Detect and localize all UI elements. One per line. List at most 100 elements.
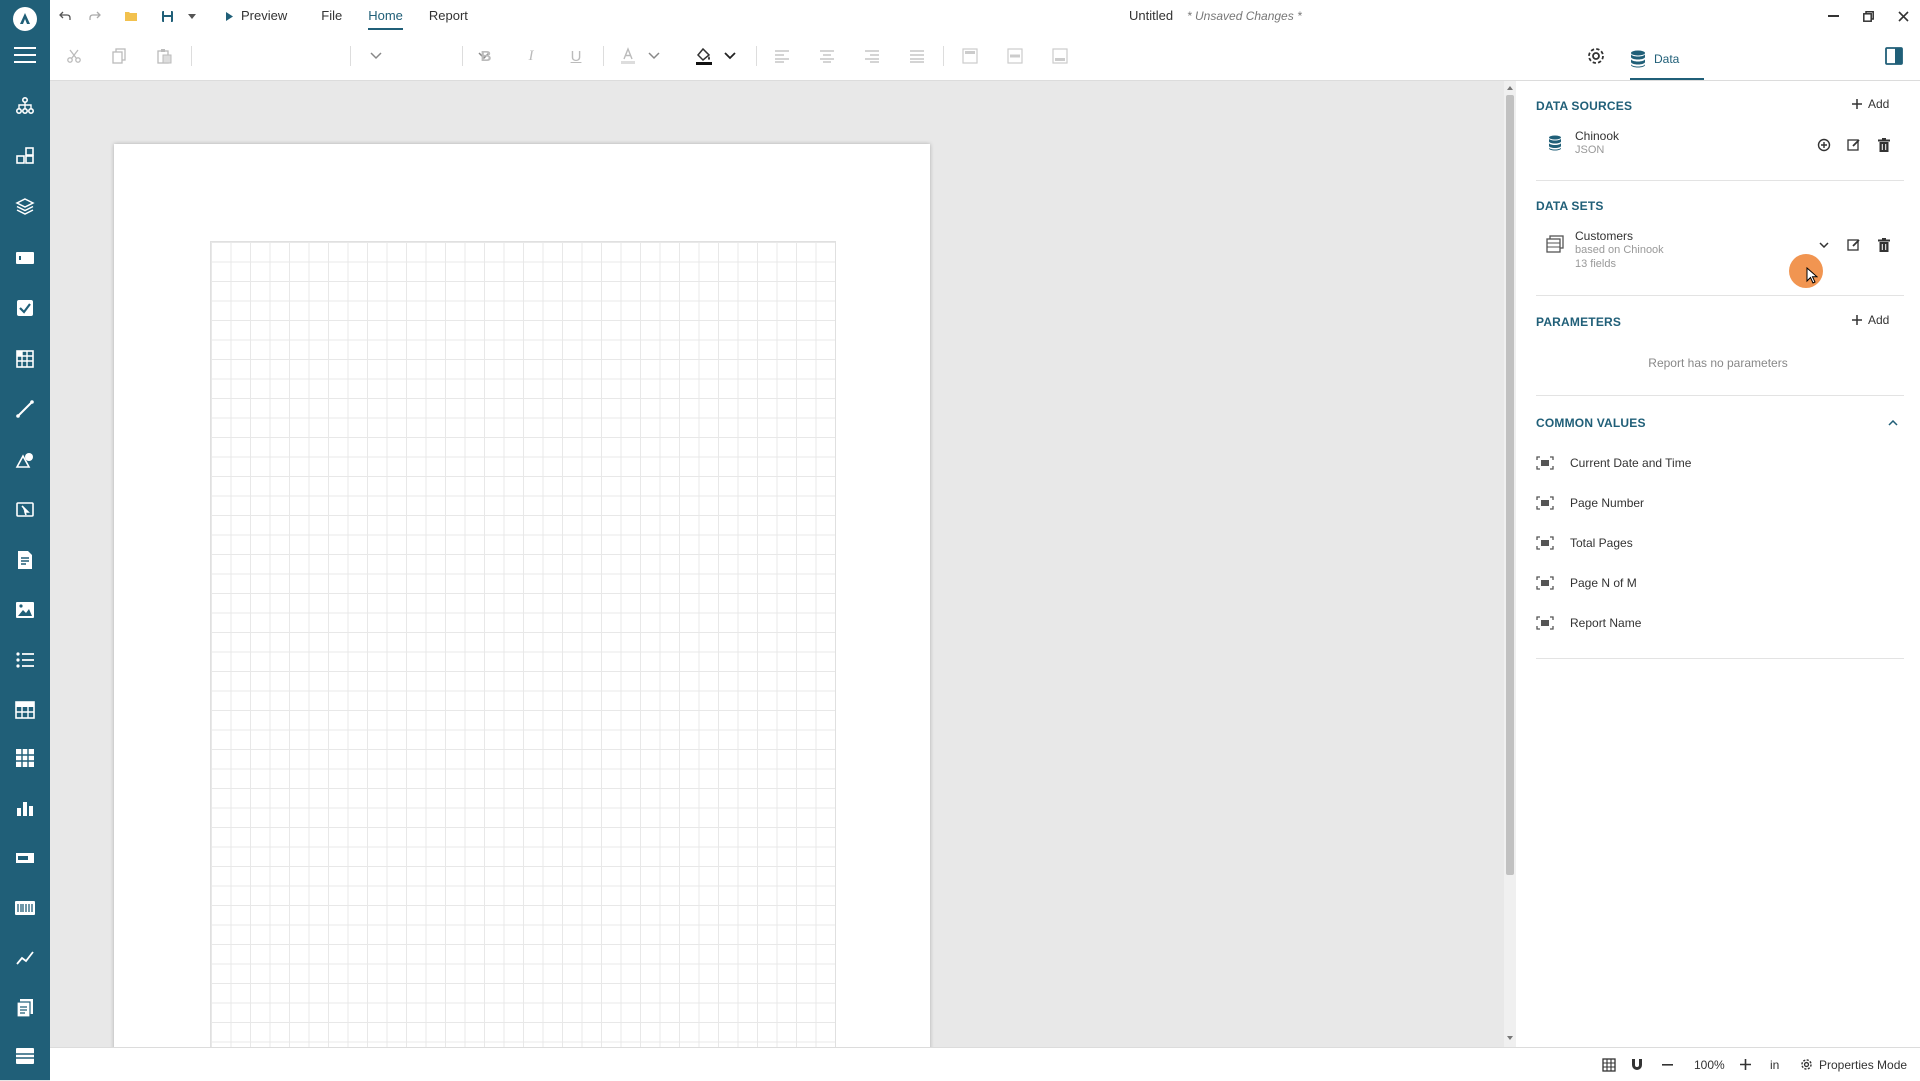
edit-data-set-icon[interactable]	[1843, 234, 1865, 256]
grid-toggle-icon[interactable]	[1602, 1048, 1616, 1081]
common-value-page-number[interactable]: Page Number	[1536, 487, 1904, 519]
textbox-tool-icon[interactable]	[0, 238, 50, 278]
minimize-icon[interactable]	[1816, 0, 1850, 32]
checkbox-tool-icon[interactable]	[0, 288, 50, 328]
add-dataset-icon[interactable]	[1813, 134, 1835, 156]
zoom-level[interactable]: 100%	[1694, 1048, 1725, 1081]
align-center-icon[interactable]	[811, 40, 843, 72]
mouse-pointer-icon	[1806, 267, 1818, 284]
matrix-tool-icon[interactable]	[0, 339, 50, 379]
settings-gear-icon[interactable]	[1580, 40, 1612, 72]
zoom-out-icon[interactable]	[1662, 1048, 1673, 1081]
barcode-tool-icon[interactable]	[0, 888, 50, 928]
underline-icon[interactable]: U	[560, 40, 592, 72]
sparkline-tool-icon[interactable]	[0, 938, 50, 978]
report-body-grid[interactable]	[210, 241, 836, 1047]
paste-icon[interactable]	[148, 40, 180, 72]
tab-data-label: Data	[1654, 52, 1680, 66]
bold-icon[interactable]: B	[470, 40, 502, 72]
tab-home[interactable]: Home	[358, 0, 413, 32]
properties-mode-label: Properties Mode	[1819, 1057, 1908, 1072]
status-bar: 100% in Properties Mode	[50, 1047, 1920, 1081]
align-left-icon[interactable]	[766, 40, 798, 72]
app-logo-icon	[13, 7, 37, 31]
expand-dataset-chevron-icon[interactable]	[1813, 234, 1835, 256]
tablix-tool-icon[interactable]	[0, 738, 50, 778]
add-data-source-button[interactable]: Add	[1852, 97, 1889, 111]
snap-to-grid-magnet-icon[interactable]	[1630, 1048, 1644, 1081]
scroll-up-arrow-icon[interactable]	[1507, 86, 1513, 90]
units-selector[interactable]: in	[1770, 1048, 1779, 1081]
toggle-panel-icon[interactable]	[1878, 40, 1910, 72]
vertical-align-middle-icon[interactable]	[999, 40, 1031, 72]
banded-list-tool-icon[interactable]	[0, 1036, 50, 1076]
preview-button[interactable]: Preview	[216, 0, 297, 32]
bullet-tool-icon[interactable]	[0, 838, 50, 878]
align-justify-icon[interactable]	[901, 40, 933, 72]
input-field-tool-icon[interactable]	[0, 490, 50, 530]
delete-data-source-icon[interactable]	[1873, 134, 1895, 156]
common-value-label: Page N of M	[1570, 576, 1637, 590]
data-set-source: based on Chinook	[1575, 244, 1664, 256]
chart-tool-icon[interactable]	[0, 788, 50, 828]
canvas-vertical-scrollbar[interactable]	[1504, 81, 1516, 1047]
delete-data-set-icon[interactable]	[1873, 234, 1895, 256]
tab-data[interactable]: Data	[1630, 40, 1704, 80]
parameters-heading: PARAMETERS	[1536, 315, 1622, 329]
redo-icon[interactable]	[80, 0, 110, 32]
scroll-down-arrow-icon[interactable]	[1507, 1036, 1513, 1040]
field-expression-icon	[1536, 576, 1554, 590]
dataset-table-icon	[1546, 235, 1564, 253]
unsaved-changes-indicator: * Unsaved Changes *	[1187, 9, 1302, 23]
subreport-tool-icon[interactable]	[0, 988, 50, 1028]
play-icon	[226, 11, 233, 21]
properties-mode-button[interactable]: Properties Mode	[1800, 1048, 1907, 1081]
vertical-align-bottom-icon[interactable]	[1044, 40, 1076, 72]
report-explorer-icon[interactable]	[0, 86, 50, 126]
scrollbar-thumb[interactable]	[1506, 95, 1514, 875]
italic-icon[interactable]: I	[515, 40, 547, 72]
plus-icon	[1852, 315, 1862, 325]
components-icon[interactable]	[0, 136, 50, 176]
zoom-in-icon[interactable]	[1740, 1048, 1751, 1081]
save-icon[interactable]	[152, 0, 182, 32]
common-value-label: Total Pages	[1570, 536, 1633, 550]
rich-text-tool-icon[interactable]	[0, 540, 50, 580]
common-value-report-name[interactable]: Report Name	[1536, 607, 1904, 639]
data-set-fields-count: 13 fields	[1575, 258, 1616, 270]
copy-icon[interactable]	[103, 40, 135, 72]
close-icon[interactable]	[1886, 0, 1920, 32]
common-value-current-date-time[interactable]: Current Date and Time	[1536, 447, 1904, 479]
data-panel: DATA SOURCES Add Chinook JSON DATA SETS …	[1516, 81, 1920, 1047]
database-icon	[1549, 135, 1561, 151]
common-value-page-n-of-m[interactable]: Page N of M	[1536, 567, 1904, 599]
save-options-dropdown-icon[interactable]	[182, 0, 202, 32]
hamburger-menu-icon[interactable]	[0, 35, 50, 75]
undo-icon[interactable]	[50, 0, 80, 32]
image-tool-icon[interactable]	[0, 590, 50, 630]
layers-icon[interactable]	[0, 186, 50, 226]
plus-icon	[1852, 99, 1862, 109]
vertical-align-top-icon[interactable]	[954, 40, 986, 72]
background-color-dropdown-icon[interactable]	[720, 40, 740, 72]
cut-icon[interactable]	[58, 40, 90, 72]
collapse-common-values-icon[interactable]	[1882, 412, 1904, 434]
line-tool-icon[interactable]	[0, 389, 50, 429]
restore-icon[interactable]	[1851, 0, 1885, 32]
report-page[interactable]	[114, 144, 930, 1047]
edit-data-source-icon[interactable]	[1843, 134, 1865, 156]
align-right-icon[interactable]	[856, 40, 888, 72]
open-folder-icon[interactable]	[116, 0, 146, 32]
menu-file[interactable]: File	[311, 0, 352, 32]
table-tool-icon[interactable]	[0, 690, 50, 730]
tab-report[interactable]: Report	[419, 0, 478, 32]
background-color-icon[interactable]	[688, 40, 720, 72]
font-color-icon[interactable]	[612, 40, 644, 72]
list-tool-icon[interactable]	[0, 640, 50, 680]
add-parameter-button[interactable]: Add	[1852, 313, 1889, 327]
common-values-heading: COMMON VALUES	[1536, 416, 1646, 430]
common-value-total-pages[interactable]: Total Pages	[1536, 527, 1904, 559]
font-color-dropdown-icon[interactable]	[644, 40, 664, 72]
shape-tool-icon[interactable]	[0, 440, 50, 480]
design-canvas[interactable]	[50, 81, 1504, 1047]
